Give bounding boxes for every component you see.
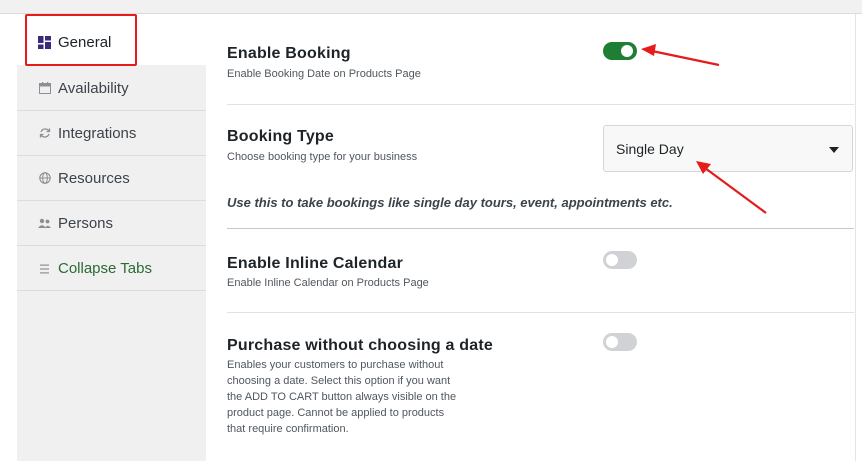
description-line: that require confirmation. bbox=[227, 423, 349, 435]
top-bar bbox=[0, 0, 862, 14]
enable-booking-toggle[interactable] bbox=[603, 42, 637, 60]
globe-icon bbox=[38, 172, 51, 185]
sync-icon bbox=[38, 127, 51, 140]
description-line: choosing a date. Select this option if y… bbox=[227, 375, 451, 387]
booking-type-selected-value: Single Day bbox=[616, 140, 684, 157]
persons-icon bbox=[38, 217, 51, 230]
panel-edge bbox=[855, 14, 856, 461]
booking-type-select[interactable]: Single Day bbox=[603, 125, 853, 172]
inline-calendar-title: Enable Inline Calendar bbox=[227, 255, 404, 272]
divider bbox=[227, 312, 854, 313]
enable-booking-title: Enable Booking bbox=[227, 45, 351, 62]
sidebar-item-label: Persons bbox=[58, 214, 114, 232]
sidebar-item-label: Integrations bbox=[58, 124, 137, 142]
settings-sidebar: General Availability Integrations Resour… bbox=[17, 20, 206, 461]
sidebar-item-integrations[interactable]: Integrations bbox=[17, 111, 206, 156]
purchase-without-date-toggle[interactable] bbox=[603, 333, 637, 351]
sidebar-item-persons[interactable]: Persons bbox=[17, 201, 206, 246]
sidebar-item-resources[interactable]: Resources bbox=[17, 156, 206, 201]
booking-type-note: Use this to take bookings like single da… bbox=[227, 195, 673, 210]
purchase-without-date-description: Enables your customers to purchase witho… bbox=[227, 357, 456, 437]
description-line: product page. Cannot be applied to produ… bbox=[227, 407, 445, 419]
sidebar-item-general[interactable]: General bbox=[17, 20, 206, 65]
sidebar-item-label: Availability bbox=[58, 79, 129, 97]
sidebar-item-label: Collapse Tabs bbox=[58, 260, 152, 277]
divider bbox=[227, 104, 854, 105]
toggle-knob bbox=[606, 254, 618, 266]
enable-booking-description: Enable Booking Date on Products Page bbox=[227, 68, 421, 80]
sidebar-divider bbox=[17, 290, 206, 291]
dashboard-icon bbox=[38, 36, 51, 49]
sidebar-item-availability[interactable]: Availability bbox=[17, 66, 206, 111]
toggle-knob bbox=[621, 45, 633, 57]
booking-type-description: Choose booking type for your business bbox=[227, 151, 418, 163]
menu-icon bbox=[38, 262, 51, 275]
toggle-knob bbox=[606, 336, 618, 348]
purchase-without-date-title: Purchase without choosing a date bbox=[227, 337, 493, 354]
divider bbox=[227, 228, 854, 229]
collapse-tabs-button[interactable]: Collapse Tabs bbox=[17, 246, 206, 291]
inline-calendar-description: Enable Inline Calendar on Products Page bbox=[227, 277, 429, 289]
calendar-icon bbox=[38, 82, 51, 95]
inline-calendar-toggle[interactable] bbox=[603, 251, 637, 269]
chevron-down-icon bbox=[829, 147, 839, 153]
sidebar-item-label: General bbox=[58, 34, 112, 51]
booking-type-title: Booking Type bbox=[227, 128, 334, 145]
description-line: the ADD TO CART button always visible on… bbox=[227, 391, 457, 403]
sidebar-item-label: Resources bbox=[58, 169, 130, 187]
settings-panel: Enable Booking Enable Booking Date on Pr… bbox=[206, 20, 856, 461]
description-line: Enables your customers to purchase witho… bbox=[227, 359, 444, 371]
